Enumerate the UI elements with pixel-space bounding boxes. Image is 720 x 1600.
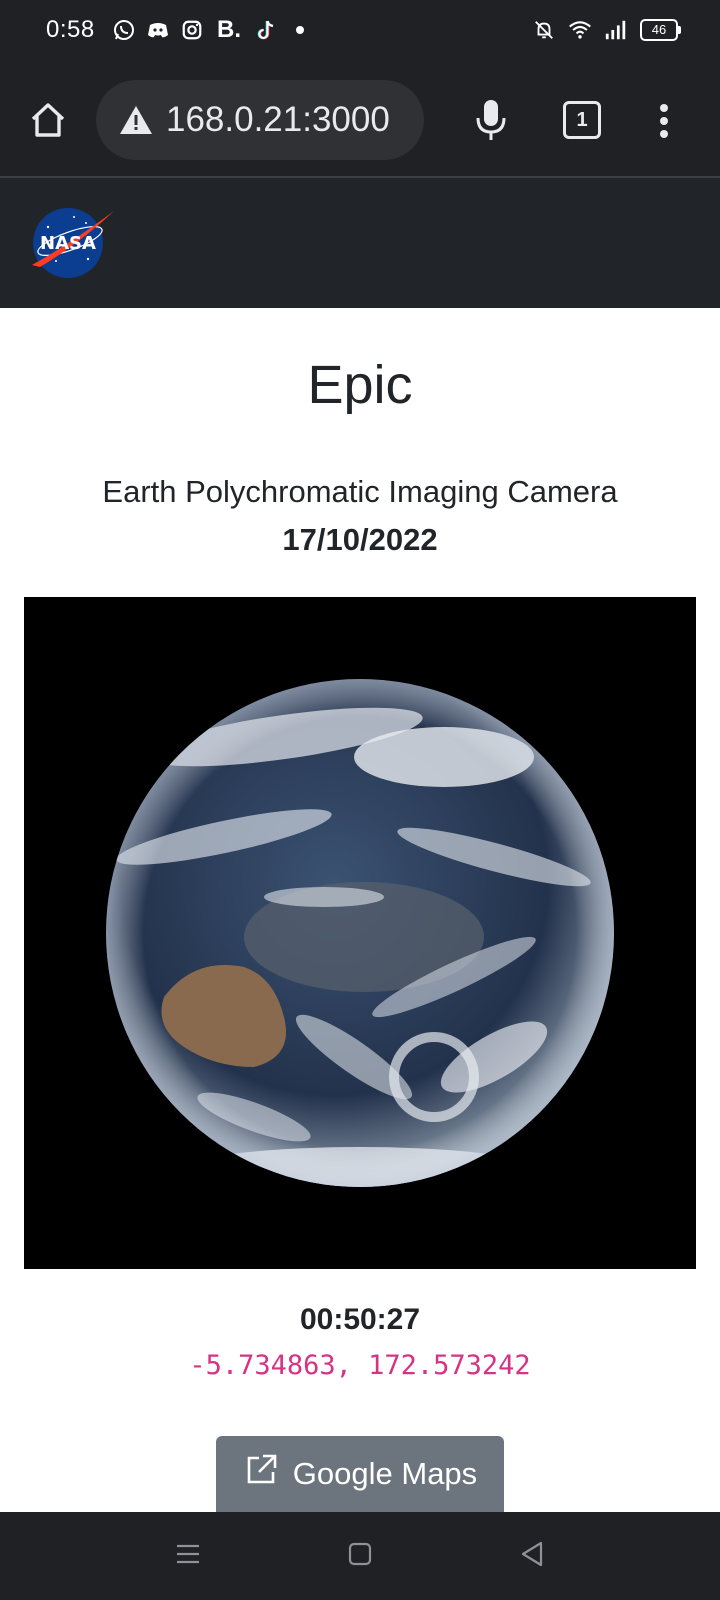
android-nav-bar <box>0 1512 720 1600</box>
wifi-icon <box>568 18 592 42</box>
menu-icon <box>174 1542 202 1571</box>
battery-icon: 46 <box>640 19 681 41</box>
nasa-logo-text: NASA <box>40 233 96 254</box>
page-title: Epic <box>307 355 413 415</box>
back-icon <box>519 1540 545 1573</box>
notification-icons: B. <box>112 16 312 43</box>
nasa-logo[interactable]: NASA <box>28 205 116 281</box>
tabs-icon: 1 <box>563 101 601 139</box>
external-link-icon <box>243 1452 279 1496</box>
site-navbar: NASA <box>0 178 720 308</box>
browser-toolbar: 168.0.21:3000 1 <box>0 64 720 178</box>
home-square-icon <box>347 1541 373 1572</box>
earth-image <box>24 597 696 1269</box>
image-coordinates: -5.734863, 172.573242 <box>189 1350 531 1381</box>
status-time: 0:58 <box>46 16 95 43</box>
discord-icon <box>146 18 170 42</box>
image-time: 00:50:27 <box>299 1303 421 1336</box>
tiktok-icon <box>254 18 278 42</box>
bell-off-icon <box>532 18 556 42</box>
system-icons: 46 <box>532 18 681 42</box>
page-subtitle: Earth Polychromatic Imaging Camera <box>102 474 618 509</box>
voice-search-button[interactable] <box>466 94 516 150</box>
instagram-icon <box>180 18 204 42</box>
google-maps-button[interactable]: Google Maps <box>216 1436 504 1512</box>
tab-switcher-button[interactable]: 1 <box>562 100 602 140</box>
address-bar[interactable]: 168.0.21:3000 <box>96 80 424 160</box>
signal-icon <box>604 18 628 42</box>
main-content: Epic Earth Polychromatic Imaging Camera … <box>0 308 720 1512</box>
mic-icon <box>474 98 508 147</box>
url-text[interactable]: 168.0.21:3000 <box>166 100 390 140</box>
b-dot-icon: B. <box>217 16 241 43</box>
google-maps-label: Google Maps <box>292 1456 478 1491</box>
recents-button[interactable] <box>172 1540 204 1572</box>
home-button[interactable] <box>22 96 74 148</box>
home-icon <box>28 100 68 145</box>
more-vert-icon <box>658 103 670 144</box>
dot-icon <box>288 18 312 42</box>
android-home-button[interactable] <box>344 1540 376 1572</box>
status-bar: 0:58 B. 46 <box>0 0 720 64</box>
back-button[interactable] <box>516 1540 548 1572</box>
image-date: 17/10/2022 <box>282 522 438 557</box>
whatsapp-icon <box>112 18 136 42</box>
warning-icon[interactable] <box>118 102 154 138</box>
browser-menu-button[interactable] <box>646 98 682 148</box>
